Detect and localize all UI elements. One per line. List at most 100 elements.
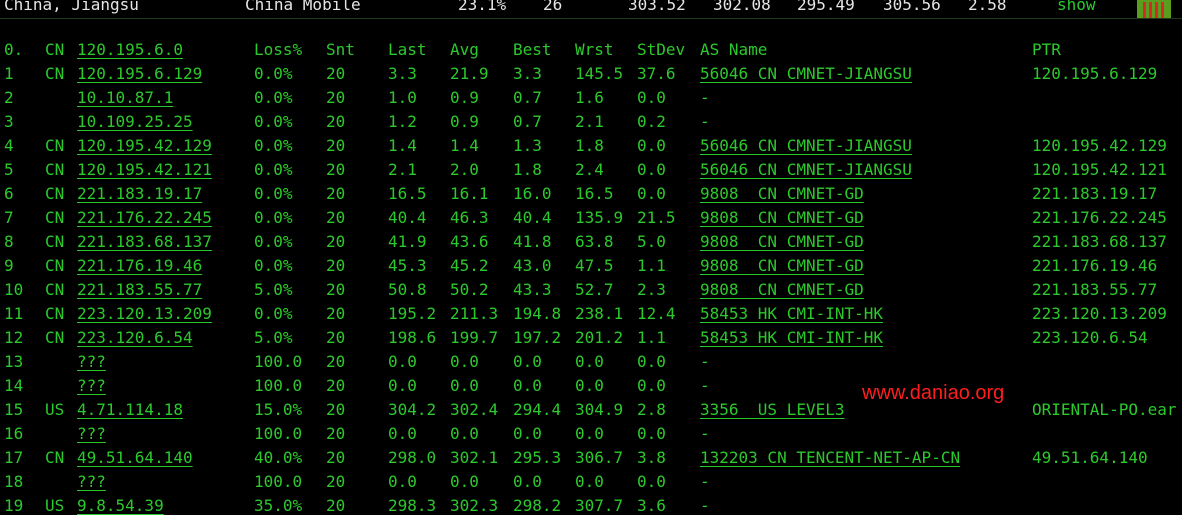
hop-ip-link[interactable]: ??? [77, 374, 106, 398]
avg-value: 0.0 [450, 472, 479, 491]
hop-number: 8 [4, 232, 14, 251]
hop-ip-link[interactable]: 9.8.54.39 [77, 494, 164, 515]
header-loss: Loss% [254, 40, 303, 59]
sent-value: 20 [326, 328, 346, 347]
hop-ip-link[interactable]: 221.183.55.77 [77, 278, 202, 302]
as-name-link[interactable]: 56046 CN CMNET-JIANGSU [700, 158, 912, 182]
ptr-value: 120.195.6.129 [1032, 64, 1158, 83]
stdev-value: 0.0 [637, 184, 666, 203]
hop-ip-link[interactable]: ??? [77, 422, 106, 446]
avg-value: 302.3 [450, 496, 499, 515]
as-name-link[interactable]: 132203 CN TENCENT-NET-AP-CN [700, 446, 960, 470]
worst-value: 238.1 [575, 304, 624, 323]
sent-value: 20 [326, 472, 346, 491]
as-name-link[interactable]: 9808 CN CMNET-GD [700, 230, 864, 254]
sent-value: 20 [326, 88, 346, 107]
table-row: 15 US 4.71.114.18 15.0% 20 304.2 302.4 294.4 304… [0, 398, 1182, 422]
best-value: 298.2 [513, 496, 562, 515]
country-code: CN [45, 184, 65, 203]
avg-value: 0.0 [450, 424, 479, 443]
summary-best: 295.49 [797, 0, 855, 14]
hop-ip-link[interactable]: 223.120.13.209 [77, 302, 212, 326]
hop-ip-link[interactable]: 221.176.22.245 [77, 206, 212, 230]
show-link[interactable]: show [1057, 0, 1096, 14]
avg-value: 199.7 [450, 328, 499, 347]
sent-value: 20 [326, 496, 346, 515]
country-code: CN [45, 256, 65, 275]
worst-value: 2.1 [575, 112, 604, 131]
hop-ip-link[interactable]: 221.183.68.137 [77, 230, 212, 254]
hop-ip-link[interactable]: 10.109.25.25 [77, 110, 193, 134]
loss-value: 100.0 [254, 424, 303, 443]
header-as-name: AS Name [700, 40, 768, 59]
as-name-link[interactable]: 9808 CN CMNET-GD [700, 182, 864, 206]
table-row: 6 CN 221.183.19.17 0.0% 20 16.5 16.1 16.0 16.5 0.… [0, 182, 1182, 206]
hop-number: 13 [4, 352, 24, 371]
worst-value: 0.0 [575, 352, 604, 371]
as-name-link: - [700, 424, 710, 443]
as-name-link: - [700, 352, 710, 371]
ptr-value: ORIENTAL-PO.ear [1032, 400, 1177, 419]
last-value: 0.0 [388, 472, 417, 491]
as-name-link: - [700, 88, 710, 107]
best-value: 0.7 [513, 88, 542, 107]
table-row: 7 CN 221.176.22.245 0.0% 20 40.4 46.3 40.4 135.9… [0, 206, 1182, 230]
country-code: CN [45, 160, 65, 179]
stdev-value: 0.2 [637, 112, 666, 131]
hop-ip-link[interactable]: 223.120.6.54 [77, 326, 193, 350]
as-name-link[interactable]: 56046 CN CMNET-JIANGSU [700, 134, 912, 158]
worst-value: 0.0 [575, 472, 604, 491]
stdev-value: 1.1 [637, 256, 666, 275]
best-value: 1.8 [513, 160, 542, 179]
hop-ip-link[interactable]: 221.176.19.46 [77, 254, 202, 278]
summary-isp: China Mobile [245, 0, 361, 14]
avg-value: 46.3 [450, 208, 489, 227]
hop-ip-link[interactable]: ??? [77, 470, 106, 494]
ptr-value: 223.120.6.54 [1032, 328, 1148, 347]
sent-value: 20 [326, 208, 346, 227]
as-name-link[interactable]: 58453 HK CMI-INT-HK [700, 302, 883, 326]
hop-ip-link[interactable]: 221.183.19.17 [77, 182, 202, 206]
best-value: 3.3 [513, 64, 542, 83]
hop-ip-link[interactable]: 120.195.42.121 [77, 158, 212, 182]
table-row: 8 CN 221.183.68.137 0.0% 20 41.9 43.6 41.8 63.8 5… [0, 230, 1182, 254]
avg-value: 21.9 [450, 64, 489, 83]
table-row: 10 CN 221.183.55.77 5.0% 20 50.8 50.2 43.3 52.7 2… [0, 278, 1182, 302]
hop-ip-link[interactable]: 49.51.64.140 [77, 446, 193, 470]
loss-value: 100.0 [254, 376, 303, 395]
summary-bar: China, Jiangsu China Mobile 23.1% 26 303… [0, 0, 1182, 19]
sent-value: 20 [326, 136, 346, 155]
avg-value: 211.3 [450, 304, 499, 323]
as-name-link[interactable]: 9808 CN CMNET-GD [700, 206, 864, 230]
loss-value: 15.0% [254, 400, 303, 419]
avg-value: 302.4 [450, 400, 499, 419]
as-name-link: - [700, 376, 710, 395]
sent-value: 20 [326, 400, 346, 419]
as-name-link[interactable]: 9808 CN CMNET-GD [700, 278, 864, 302]
as-name-link[interactable]: 9808 CN CMNET-GD [700, 254, 864, 278]
latency-sparkline [1137, 0, 1171, 18]
as-name-link[interactable]: 58453 HK CMI-INT-HK [700, 326, 883, 350]
hop-ip-link[interactable]: 4.71.114.18 [77, 398, 183, 422]
table-header: 0. CN 120.195.6.0 Loss% Snt Last Avg Bes… [0, 38, 1182, 62]
best-value: 41.8 [513, 232, 552, 251]
hop-ip-link[interactable]: 120.195.6.129 [77, 62, 202, 86]
best-value: 294.4 [513, 400, 562, 419]
hop-number: 17 [4, 448, 24, 467]
avg-value: 0.0 [450, 376, 479, 395]
last-value: 45.3 [388, 256, 427, 275]
loss-value: 100.0 [254, 472, 303, 491]
hop-ip-link[interactable]: 120.195.42.129 [77, 134, 212, 158]
ptr-value: 221.176.19.46 [1032, 256, 1158, 275]
as-name-link[interactable]: 3356 US LEVEL3 [700, 398, 845, 422]
header-target-ip[interactable]: 120.195.6.0 [77, 38, 183, 62]
last-value: 0.0 [388, 424, 417, 443]
country-code: US [45, 400, 65, 419]
hop-ip-link[interactable]: 10.10.87.1 [77, 86, 173, 110]
hop-ip-link[interactable]: ??? [77, 350, 106, 374]
header-country: CN [45, 40, 65, 59]
stdev-value: 0.0 [637, 472, 666, 491]
loss-value: 5.0% [254, 328, 293, 347]
as-name-link[interactable]: 56046 CN CMNET-JIANGSU [700, 62, 912, 86]
avg-value: 43.6 [450, 232, 489, 251]
